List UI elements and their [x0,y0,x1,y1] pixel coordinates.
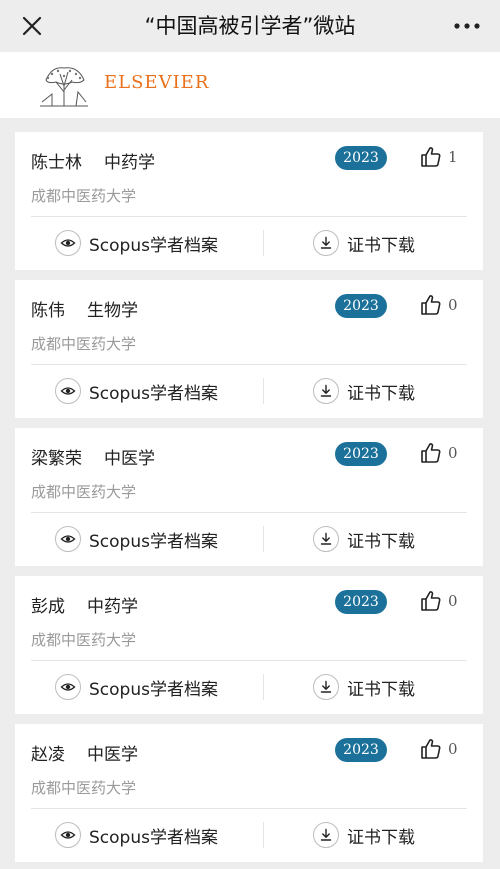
certificate-download-button[interactable]: 证书下载 [313,524,415,554]
thumbs-up-icon [421,295,441,315]
eye-icon [55,230,81,256]
action-separator [263,378,264,404]
more-dots-icon[interactable] [452,14,482,38]
scholar-card: 赵凌 中医学 2023 0 成都中医药大学 Scopus学者档案 证书下载 [15,724,483,862]
scopus-profile-label: Scopus学者档案 [89,235,218,256]
scopus-profile-button[interactable]: Scopus学者档案 [55,228,218,258]
like-button[interactable]: 0 [419,439,458,467]
year-badge: 2023 [335,146,387,170]
name-row: 陈伟 生物学 [31,296,138,321]
year-badge: 2023 [335,442,387,466]
scopus-profile-label: Scopus学者档案 [89,679,218,700]
card-divider [31,512,467,513]
certificate-download-label: 证书下载 [347,827,415,848]
card-divider [31,216,467,217]
download-icon [313,674,339,700]
brand-bar: ELSEVIER [0,52,500,118]
like-button[interactable]: 0 [419,587,458,615]
scholar-card: 彭成 中药学 2023 0 成都中医药大学 Scopus学者档案 证书下载 [15,576,483,714]
scopus-profile-label: Scopus学者档案 [89,827,218,848]
scopus-profile-button[interactable]: Scopus学者档案 [55,672,218,702]
certificate-download-button[interactable]: 证书下载 [313,672,415,702]
action-separator [263,230,264,256]
scholar-name: 陈伟 [31,301,65,321]
scholar-field: 生物学 [87,301,138,321]
scholar-card: 陈士林 中药学 2023 1 成都中医药大学 Scopus学者档案 证书下载 [15,132,483,270]
like-count: 0 [448,740,458,758]
download-icon [313,378,339,404]
scholar-card: 梁繁荣 中医学 2023 0 成都中医药大学 Scopus学者档案 证书下载 [15,428,483,566]
thumbs-up-icon [421,147,441,167]
thumbs-up-icon [421,591,441,611]
certificate-download-button[interactable]: 证书下载 [313,228,415,258]
scopus-profile-label: Scopus学者档案 [89,383,218,404]
scopus-profile-button[interactable]: Scopus学者档案 [55,376,218,406]
scholar-field: 中药学 [87,597,138,617]
card-divider [31,660,467,661]
elsevier-wordmark: ELSEVIER [104,72,210,93]
certificate-download-label: 证书下载 [347,679,415,700]
scopus-profile-button[interactable]: Scopus学者档案 [55,820,218,850]
institution: 成都中医药大学 [31,483,137,501]
scholar-field: 中医学 [87,745,138,765]
scholar-card: 陈伟 生物学 2023 0 成都中医药大学 Scopus学者档案 证书下载 [15,280,483,418]
institution: 成都中医药大学 [31,335,137,353]
name-row: 彭成 中药学 [31,592,138,617]
scholar-name: 陈士林 [31,153,82,173]
download-icon [313,526,339,552]
institution: 成都中医药大学 [31,631,137,649]
eye-icon [55,526,81,552]
card-divider [31,364,467,365]
certificate-download-button[interactable]: 证书下载 [313,376,415,406]
eye-icon [55,674,81,700]
scholar-name: 彭成 [31,597,65,617]
action-separator [263,822,264,848]
eye-icon [55,822,81,848]
like-button[interactable]: 1 [419,143,458,171]
close-icon[interactable] [18,12,46,40]
like-button[interactable]: 0 [419,735,458,763]
eye-icon [55,378,81,404]
scopus-profile-label: Scopus学者档案 [89,531,218,552]
year-badge: 2023 [335,294,387,318]
name-row: 赵凌 中医学 [31,740,138,765]
certificate-download-label: 证书下载 [347,235,415,256]
scholar-field: 中医学 [104,449,155,469]
scopus-profile-button[interactable]: Scopus学者档案 [55,524,218,554]
like-count: 0 [448,592,458,610]
download-icon [313,230,339,256]
like-count: 0 [448,296,458,314]
like-button[interactable]: 0 [419,291,458,319]
institution: 成都中医药大学 [31,187,137,205]
action-separator [263,526,264,552]
action-separator [263,674,264,700]
name-row: 梁繁荣 中医学 [31,444,155,469]
certificate-download-button[interactable]: 证书下载 [313,820,415,850]
thumbs-up-icon [421,443,441,463]
thumbs-up-icon [421,739,441,759]
scholar-name: 赵凌 [31,745,65,765]
download-icon [313,822,339,848]
scholar-field: 中药学 [104,153,155,173]
top-bar: “中国高被引学者”微站 [0,0,500,52]
card-divider [31,808,467,809]
certificate-download-label: 证书下载 [347,383,415,404]
institution: 成都中医药大学 [31,779,137,797]
year-badge: 2023 [335,738,387,762]
certificate-download-label: 证书下载 [347,531,415,552]
page-title: “中国高被引学者”微站 [144,14,356,38]
elsevier-tree-logo-icon [38,62,90,108]
like-count: 0 [448,444,458,462]
year-badge: 2023 [335,590,387,614]
scholar-name: 梁繁荣 [31,449,82,469]
like-count: 1 [448,148,458,166]
name-row: 陈士林 中药学 [31,148,155,173]
